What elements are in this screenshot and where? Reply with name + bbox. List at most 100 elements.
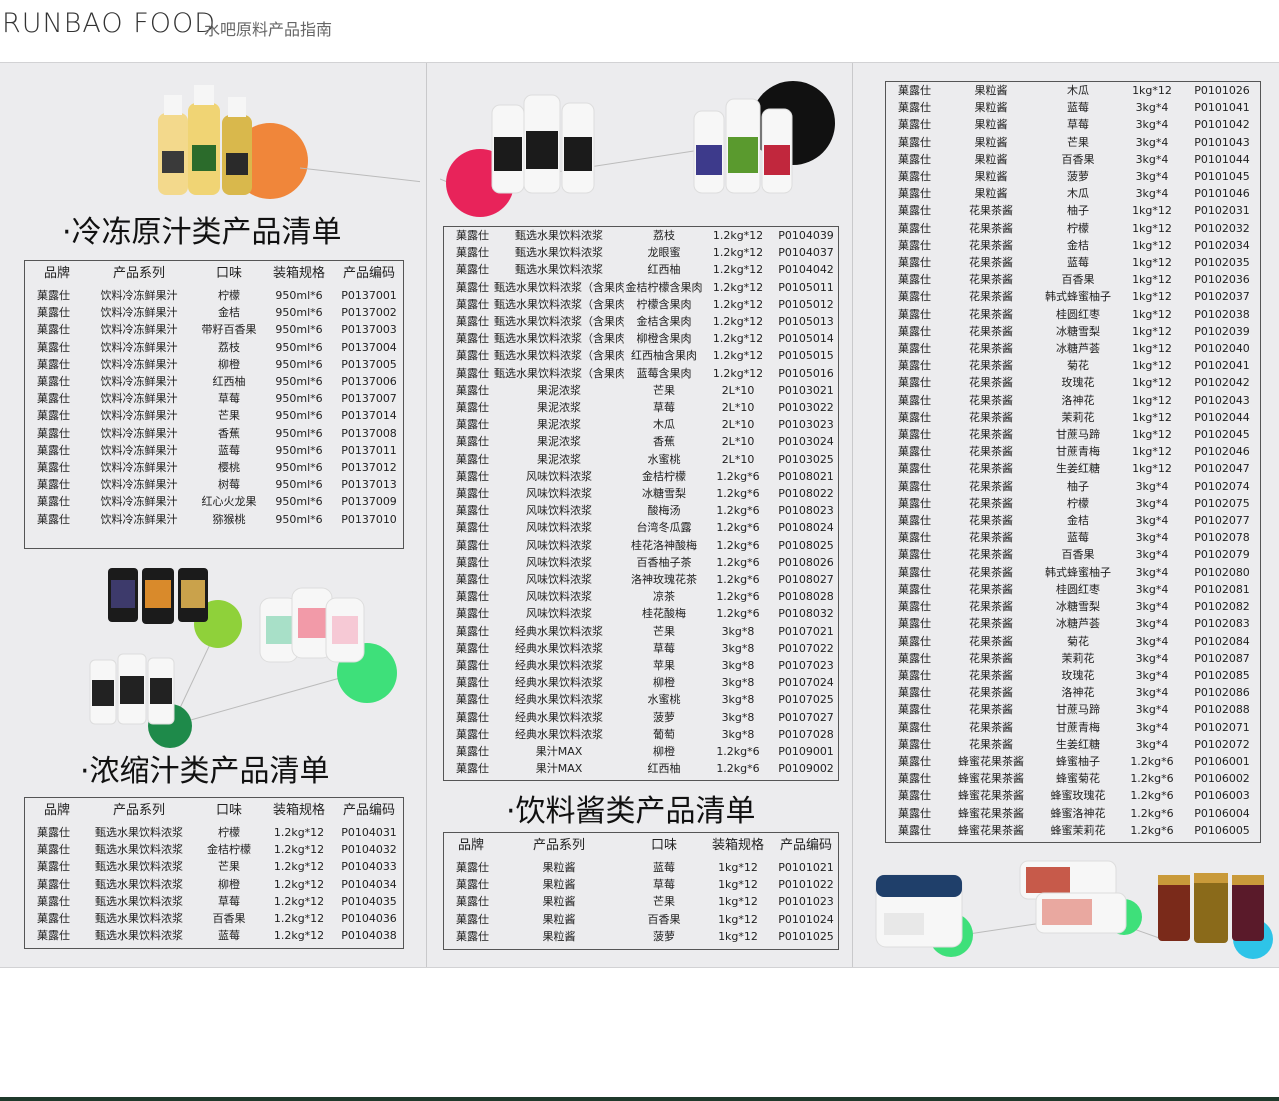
brand-cell: 菓露仕 bbox=[898, 651, 931, 665]
series-cell: 花果茶酱 bbox=[969, 342, 1013, 356]
table-row: 菓露仕 饮料冷冻鲜果汁 柳橙 950ml*6 P0137005 bbox=[25, 356, 405, 373]
spec-cell: 3kg*8 bbox=[721, 676, 755, 690]
table-row: 菓露仕 甄选水果饮料浓浆（含果肉） 红西柚含果肉 1.2kg*12 P0105015 bbox=[444, 347, 840, 364]
series-cell: 花果茶酱 bbox=[969, 290, 1013, 304]
flavor-cell: 菠萝 bbox=[1067, 170, 1089, 184]
series-cell: 风味饮料浓浆 bbox=[526, 573, 592, 587]
flavor-cell: 红西柚 bbox=[647, 762, 681, 776]
column-header: 产品系列 bbox=[112, 803, 165, 818]
spec-cell: 1kg*12 bbox=[1132, 462, 1172, 476]
brand-cell: 菓露仕 bbox=[898, 135, 931, 149]
flavor-cell: 草莓 bbox=[653, 401, 675, 415]
table-row: 菓露仕 风味饮料浓浆 桂花洛神酸梅 1.2kg*6 P0108025 bbox=[444, 537, 840, 554]
spec-cell: 950ml*6 bbox=[275, 495, 323, 509]
brand-cell: 菓露仕 bbox=[898, 307, 931, 321]
spec-cell: 1.2kg*6 bbox=[1130, 823, 1174, 837]
brand-cell: 菓露仕 bbox=[898, 823, 931, 837]
series-cell: 经典水果饮料浓浆 bbox=[515, 710, 603, 724]
code-cell: P0102072 bbox=[1194, 737, 1250, 751]
column-header: 产品编码 bbox=[342, 266, 395, 281]
flavor-cell: 芒果 bbox=[1067, 135, 1089, 149]
brand-cell: 菓露仕 bbox=[37, 860, 70, 874]
flavor-cell: 柠檬 bbox=[1067, 221, 1089, 235]
table-row: 菓露仕 果泥浓浆 芒果 2L*10 P0103021 bbox=[444, 382, 840, 399]
series-cell: 经典水果饮料浓浆 bbox=[515, 641, 603, 655]
spec-cell: 1.2kg*6 bbox=[716, 762, 760, 776]
spec-cell: 1.2kg*12 bbox=[712, 366, 764, 380]
table-row: 菓露仕 风味饮料浓浆 桂花酸梅 1.2kg*6 P0108032 bbox=[444, 605, 840, 622]
brand-cell: 菓露仕 bbox=[898, 754, 931, 768]
series-cell: 花果茶酱 bbox=[969, 496, 1013, 510]
code-cell: P0104033 bbox=[341, 860, 397, 874]
table-row: 菓露仕 花果茶酱 桂圆红枣 1kg*12 P0102038 bbox=[886, 306, 1262, 323]
table-row: 菓露仕 花果茶酱 百香果 1kg*12 P0102036 bbox=[886, 271, 1262, 288]
brand-cell: 菓露仕 bbox=[898, 393, 931, 407]
flavor-cell: 木瓜 bbox=[1067, 187, 1089, 201]
code-cell: P0105012 bbox=[778, 297, 834, 311]
spec-cell: 1kg*12 bbox=[1132, 359, 1172, 373]
spec-cell: 1kg*12 bbox=[1132, 376, 1172, 390]
flavor-cell: 洛神玫瑰花茶 bbox=[631, 573, 697, 587]
table-row: 菓露仕 风味饮料浓浆 洛神玫瑰花茶 1.2kg*6 P0108027 bbox=[444, 571, 840, 588]
series-cell: 经典水果饮料浓浆 bbox=[515, 693, 603, 707]
column-header: 产品编码 bbox=[779, 838, 832, 853]
brand-cell: 菓露仕 bbox=[456, 521, 489, 535]
table-row: 菓露仕 花果茶酱 柚子 1kg*12 P0102031 bbox=[886, 202, 1262, 219]
series-cell: 花果茶酱 bbox=[969, 531, 1013, 545]
code-cell: P0102044 bbox=[1194, 410, 1250, 424]
table-row: 菓露仕 风味饮料浓浆 冰糖雪梨 1.2kg*6 P0108022 bbox=[444, 485, 840, 502]
series-cell: 花果茶酱 bbox=[969, 324, 1013, 338]
flavor-cell: 凉茶 bbox=[653, 590, 675, 604]
series-cell: 饮料冷冻鲜果汁 bbox=[100, 512, 178, 526]
table-row: 菓露仕 果泥浓浆 草莓 2L*10 P0103022 bbox=[444, 399, 840, 416]
code-cell: P0103022 bbox=[778, 401, 834, 415]
concentrate-section-title: ·浓缩汁类产品清单 bbox=[80, 754, 330, 789]
flavor-cell: 甘蔗青梅 bbox=[1056, 720, 1100, 734]
flavor-cell: 红心火龙果 bbox=[201, 495, 257, 509]
brand-cell: 菓露仕 bbox=[898, 686, 931, 700]
spec-cell: 2L*10 bbox=[721, 452, 755, 466]
brand-cell: 菓露仕 bbox=[37, 894, 70, 908]
column-header: 品牌 bbox=[43, 266, 70, 281]
brand-cell: 菓露仕 bbox=[898, 600, 931, 614]
brand-cell: 菓露仕 bbox=[898, 238, 931, 252]
series-cell: 甄选水果饮料浓浆 bbox=[95, 929, 183, 943]
spec-cell: 1.2kg*6 bbox=[716, 745, 760, 759]
spec-cell: 3kg*4 bbox=[1135, 651, 1169, 665]
table-row: 菓露仕 饮料冷冻鲜果汁 柠檬 950ml*6 P0137001 bbox=[25, 287, 405, 304]
brand-cell: 菓露仕 bbox=[37, 306, 70, 320]
jam-products-table: 菓露仕 果粒酱 木瓜 1kg*12 P0101026 菓露仕 果粒酱 蓝莓 3kg*4 P0101… bbox=[885, 81, 1261, 843]
code-cell: P0103021 bbox=[778, 383, 834, 397]
spec-cell: 3kg*8 bbox=[721, 624, 755, 638]
spec-cell: 1kg*12 bbox=[718, 912, 758, 926]
table-row: 菓露仕 花果茶酱 桂圆红枣 3kg*4 P0102081 bbox=[886, 581, 1262, 598]
flavor-cell: 树莓 bbox=[218, 478, 240, 492]
flavor-cell: 甘蔗青梅 bbox=[1056, 445, 1100, 459]
flavor-cell: 蜂蜜菊花 bbox=[1056, 772, 1100, 786]
code-cell: P0108027 bbox=[778, 573, 834, 587]
code-cell: P0106001 bbox=[1194, 754, 1250, 768]
spec-cell: 950ml*6 bbox=[275, 306, 323, 320]
brand-cell: 菓露仕 bbox=[898, 668, 931, 682]
series-cell: 蜂蜜花果茶酱 bbox=[958, 789, 1024, 803]
flavor-cell: 菊花 bbox=[1067, 634, 1089, 648]
series-cell: 风味饮料浓浆 bbox=[526, 487, 592, 501]
spec-cell: 1kg*12 bbox=[1132, 428, 1172, 442]
spec-cell: 1.2kg*12 bbox=[712, 315, 764, 329]
series-cell: 花果茶酱 bbox=[969, 651, 1013, 665]
series-cell: 果粒酱 bbox=[974, 101, 1008, 115]
series-cell: 果粒酱 bbox=[542, 895, 576, 909]
code-cell: P0102032 bbox=[1194, 221, 1250, 235]
table-row: 菓露仕 果粒酱 木瓜 1kg*12 P0101026 bbox=[886, 82, 1262, 99]
column-header: 产品系列 bbox=[532, 838, 585, 853]
flavor-cell: 蓝莓 bbox=[218, 443, 240, 457]
flavor-cell: 生姜红糖 bbox=[1056, 462, 1100, 476]
table-row: 菓露仕 花果茶酱 洛神花 3kg*4 P0102086 bbox=[886, 684, 1262, 701]
flavor-cell: 龙眼蜜 bbox=[647, 246, 681, 260]
brand-cell: 菓露仕 bbox=[898, 737, 931, 751]
flavor-cell: 玫瑰花 bbox=[1061, 668, 1095, 682]
flavor-cell: 水蜜桃 bbox=[647, 693, 681, 707]
page-subtitle: 水吧原料产品指南 bbox=[204, 20, 333, 39]
frozen-juice-bottles-illustration bbox=[158, 85, 420, 199]
spec-cell: 3kg*8 bbox=[721, 693, 755, 707]
